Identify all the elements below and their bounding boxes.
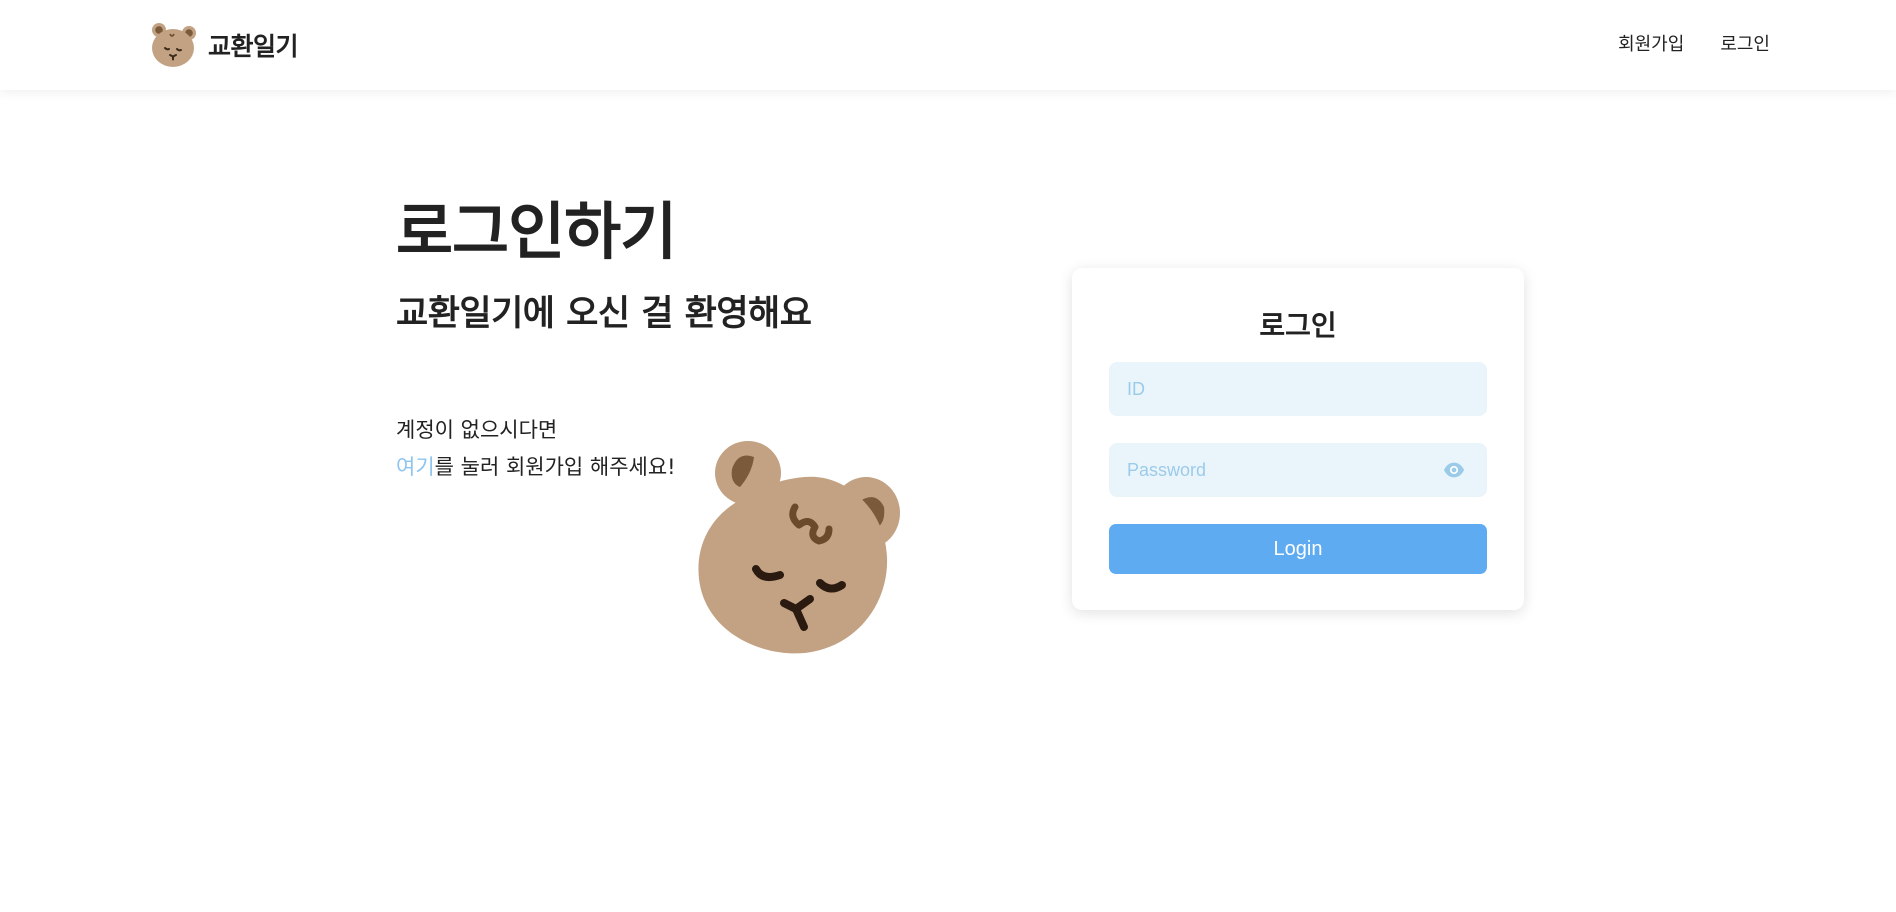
header-nav: 회원가입 로그인 (1618, 30, 1770, 56)
bear-illustration (698, 441, 900, 654)
logo-text: 교환일기 (208, 32, 299, 61)
login-card-title: 로그인 (1259, 309, 1337, 342)
password-field-wrapper (1109, 443, 1487, 497)
signup-hint-line2: 여기를 눌러 회원가입 해주세요! (396, 449, 676, 486)
eye-icon[interactable] (1443, 460, 1465, 480)
id-input[interactable] (1109, 362, 1487, 416)
login-card: 로그인 Login (1072, 268, 1524, 610)
login-button[interactable]: Login (1109, 524, 1487, 574)
top-navbar: 교환일기 회원가입 로그인 (0, 0, 1896, 90)
bear-face-icon (152, 23, 196, 67)
logo-home-link[interactable]: 교환일기 (150, 20, 299, 70)
password-input[interactable] (1109, 443, 1487, 497)
signup-here-link[interactable]: 여기 (396, 455, 435, 479)
signup-hint: 계정이 없으시다면 여기를 눌러 회원가입 해주세요! (396, 412, 676, 486)
id-field-wrapper (1109, 362, 1487, 416)
nav-login-link[interactable]: 로그인 (1720, 30, 1770, 56)
signup-hint-rest: 를 눌러 회원가입 해주세요! (434, 455, 676, 479)
page-subtitle: 교환일기에 오신 걸 환영해요 (396, 294, 812, 334)
nav-signup-link[interactable]: 회원가입 (1618, 30, 1684, 56)
signup-hint-line1: 계정이 없으시다면 (396, 418, 558, 442)
page-title: 로그인하기 (396, 195, 677, 268)
